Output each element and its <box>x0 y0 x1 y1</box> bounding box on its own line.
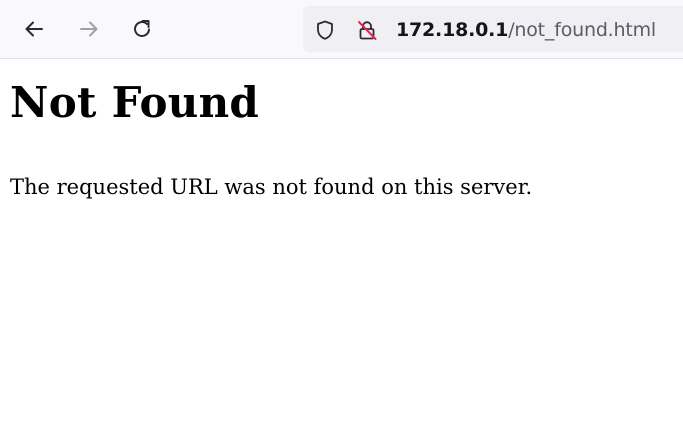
back-button[interactable] <box>19 14 49 44</box>
browser-toolbar: 172.18.0.1/not_found.html <box>0 0 683 59</box>
arrow-right-icon <box>80 21 98 37</box>
arrow-left-icon <box>25 21 43 37</box>
page-title: Not Found <box>10 78 260 127</box>
shield-icon[interactable] <box>314 19 336 41</box>
url-text[interactable]: 172.18.0.1/not_found.html <box>396 18 656 42</box>
error-message: The requested URL was not found on this … <box>10 175 533 199</box>
forward-button[interactable] <box>74 14 104 44</box>
url-path: /not_found.html <box>508 19 656 41</box>
page-content: Not Found The requested URL was not foun… <box>10 59 670 201</box>
reload-button[interactable] <box>127 14 157 44</box>
reload-icon <box>134 20 150 38</box>
url-host: 172.18.0.1 <box>396 19 509 41</box>
insecure-lock-icon[interactable] <box>356 19 378 41</box>
address-bar[interactable]: 172.18.0.1/not_found.html <box>303 6 683 52</box>
